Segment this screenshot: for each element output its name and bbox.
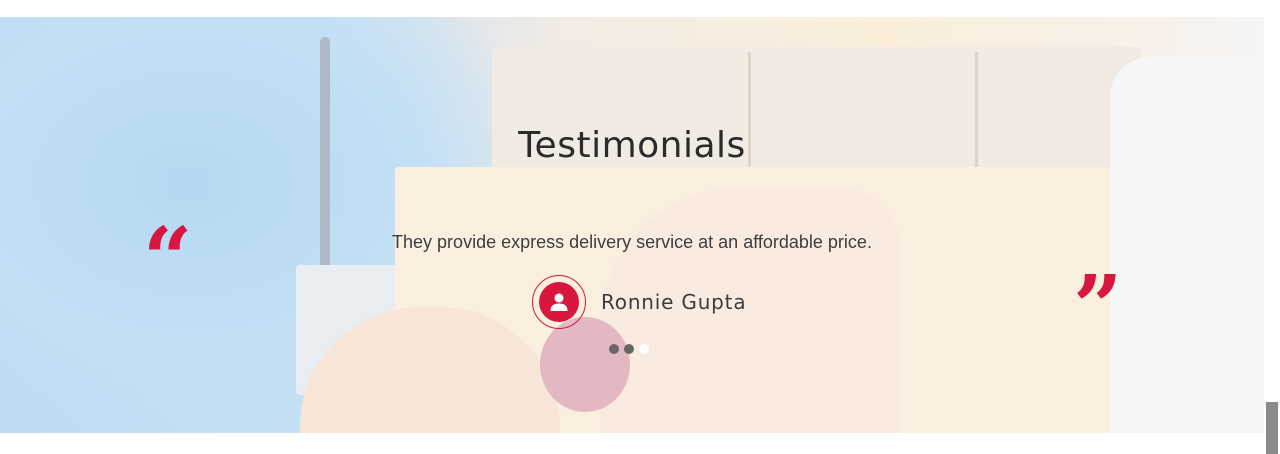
carousel-dots xyxy=(609,344,649,354)
avatar xyxy=(532,275,586,329)
carousel-dot[interactable] xyxy=(639,344,649,354)
testimonial-author: Ronnie Gupta xyxy=(532,274,746,330)
background-box-top xyxy=(492,47,1142,187)
background-blur xyxy=(540,317,630,412)
carousel-dot[interactable] xyxy=(609,344,619,354)
user-silhouette-icon xyxy=(550,293,568,311)
section-title: Testimonials xyxy=(518,125,746,166)
user-avatar-icon xyxy=(539,282,579,322)
carousel-dot[interactable] xyxy=(624,344,634,354)
author-name: Ronnie Gupta xyxy=(601,290,747,314)
close-quote-icon: ” xyxy=(1073,257,1123,358)
testimonials-section: Testimonials “ ” They provide express de… xyxy=(0,17,1264,433)
testimonial-text: They provide express delivery service at… xyxy=(392,232,872,252)
scrollbar-thumb[interactable] xyxy=(1266,402,1278,454)
scrollbar[interactable] xyxy=(1264,0,1280,454)
